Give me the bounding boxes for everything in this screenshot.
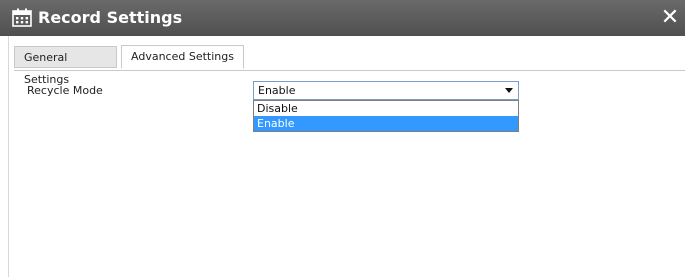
chevron-down-icon[interactable] xyxy=(505,88,513,93)
calendar-icon xyxy=(12,8,32,27)
title-bar: Record Settings ✕ xyxy=(0,0,685,36)
dialog-body xyxy=(8,36,685,277)
tab-advanced-settings[interactable]: Advanced Settings xyxy=(121,45,244,69)
option-disable[interactable]: Disable xyxy=(254,101,518,116)
option-enable[interactable]: Enable xyxy=(254,116,518,131)
recycle-mode-value: Enable xyxy=(258,84,296,97)
close-icon[interactable]: ✕ xyxy=(659,4,681,30)
tab-general-settings[interactable]: General Settings xyxy=(14,46,117,86)
window-title: Record Settings xyxy=(38,8,183,27)
tab-divider xyxy=(14,70,685,71)
recycle-mode-select[interactable]: Enable xyxy=(253,81,519,100)
recycle-mode-label: Recycle Mode xyxy=(27,84,103,97)
recycle-mode-dropdown: Disable Enable xyxy=(253,100,519,132)
